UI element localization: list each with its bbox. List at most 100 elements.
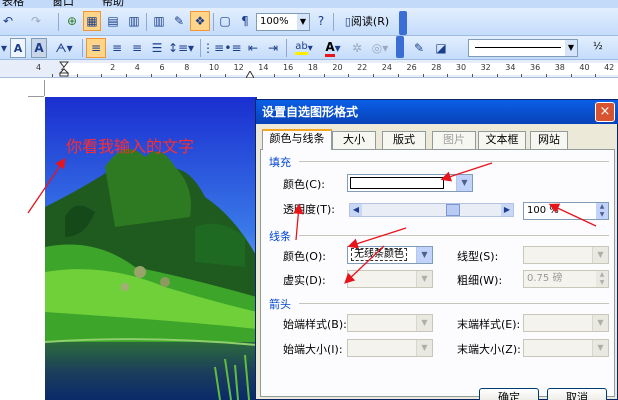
ruler-tick bbox=[299, 74, 300, 77]
line-color-value: 无线条颜色 bbox=[351, 248, 407, 261]
ruler-tick bbox=[348, 74, 350, 77]
ruler-number: 36 bbox=[530, 63, 541, 72]
ruler-number: 4 bbox=[36, 63, 42, 72]
decrease-indent-icon[interactable]: ⇤ bbox=[244, 38, 262, 58]
screen: { "menu": { "items": ["表格", "窗口", "帮助"] … bbox=[0, 0, 618, 400]
help-icon[interactable]: ? bbox=[313, 11, 329, 31]
horizontal-ruler[interactable]: 4 2 2 4 6 8 10 12 14 16 18 20 22 24 26 28 30 32 34 36 38 40 42… bbox=[0, 60, 618, 79]
cancel-button[interactable]: 取消 bbox=[547, 388, 607, 400]
line-weight-select[interactable]: ½ bbox=[590, 39, 618, 57]
ruler-number: 14 bbox=[258, 63, 269, 72]
hyperlink-icon[interactable]: ⊕ bbox=[63, 11, 81, 31]
align-justify-icon[interactable]: ≡ bbox=[86, 38, 106, 58]
section-divider bbox=[299, 235, 609, 236]
toolbar-options-icon[interactable] bbox=[396, 36, 404, 58]
distributed-icon[interactable]: ☰ bbox=[148, 38, 166, 58]
align-center-icon[interactable]: ≡ bbox=[108, 38, 126, 58]
ruler-tick bbox=[175, 74, 177, 77]
tab-layout[interactable]: 版式 bbox=[382, 131, 426, 149]
end-style-select[interactable]: ▼ bbox=[523, 314, 609, 332]
ok-button[interactable]: 确定 bbox=[479, 388, 539, 400]
ruler-tick bbox=[200, 74, 202, 77]
line-style-select[interactable]: ▼ bbox=[523, 246, 609, 264]
toolbar-separator bbox=[58, 13, 59, 31]
tab-colors-lines[interactable]: 颜色与线条 bbox=[262, 129, 332, 150]
line-style-select[interactable]: ▼ bbox=[468, 39, 578, 57]
ruler-number: 38 bbox=[554, 63, 565, 72]
document-map-icon[interactable]: ❖ bbox=[190, 11, 210, 31]
begin-size-select[interactable]: ▼ bbox=[347, 339, 433, 357]
ruler-tick bbox=[52, 74, 53, 77]
tab-web[interactable]: 网站 bbox=[530, 131, 568, 149]
ruler-number: 16 bbox=[283, 63, 294, 72]
numbering-icon[interactable]: ⋮≡ bbox=[202, 38, 224, 58]
columns-icon[interactable]: ▥ bbox=[150, 11, 168, 31]
read-button[interactable]: ▯ 阅读 (R) bbox=[338, 11, 396, 31]
ruler-tick bbox=[570, 74, 572, 77]
dialog-title[interactable]: 设置自选图形格式 bbox=[256, 100, 618, 124]
insert-excel-icon[interactable]: ▥ bbox=[125, 11, 143, 31]
draw-table-icon[interactable]: ✎ bbox=[410, 38, 428, 58]
overlay-text[interactable]: 你看我输入的文字 bbox=[66, 133, 194, 157]
begin-style-select[interactable]: ▼ bbox=[347, 314, 433, 332]
ruler-number: 2 bbox=[110, 63, 116, 72]
weight-label: 粗细(W): bbox=[457, 274, 503, 287]
ruler-number: 28 bbox=[431, 63, 442, 72]
formatting-marks-icon[interactable]: ¶ bbox=[236, 11, 254, 31]
font-color-button[interactable]: A ▾ bbox=[320, 38, 346, 58]
menu-item-table[interactable]: 表格 bbox=[2, 0, 24, 8]
line-color-select[interactable]: 无线条颜色 ▼ bbox=[347, 246, 433, 264]
ruler-number: 40 bbox=[579, 63, 590, 72]
spinner-icon[interactable]: ▲ ▼ bbox=[596, 271, 608, 287]
slider-thumb[interactable] bbox=[446, 204, 460, 216]
redo-icon[interactable]: ↷ bbox=[28, 11, 44, 31]
transparency-slider[interactable]: ◀ ▶ bbox=[349, 203, 514, 217]
zoom-select[interactable]: 100% ▼ bbox=[256, 13, 310, 31]
menu-item-window[interactable]: 窗口 bbox=[52, 0, 74, 8]
increase-indent-icon[interactable]: ⇥ bbox=[264, 38, 282, 58]
tab-size[interactable]: 大小 bbox=[332, 131, 376, 149]
toolbar-options-icon[interactable] bbox=[399, 11, 407, 35]
fill-color-select[interactable]: ▼ bbox=[347, 174, 473, 192]
chevron-left-icon[interactable]: ◀ bbox=[350, 204, 362, 216]
right-indent-marker-icon[interactable] bbox=[245, 69, 255, 79]
menu-item-help[interactable]: 帮助 bbox=[102, 0, 124, 8]
end-size-select[interactable]: ▼ bbox=[523, 339, 609, 357]
tables-borders-icon[interactable]: ▦ bbox=[83, 11, 101, 31]
line-spacing-icon[interactable]: ↕≡▾ bbox=[168, 38, 194, 58]
fill-color-swatch bbox=[350, 177, 444, 189]
phonetic-guide-icon[interactable]: ✲ bbox=[348, 38, 366, 58]
fill-color-label: 颜色(C): bbox=[283, 178, 325, 191]
chevron-right-icon[interactable]: ▶ bbox=[501, 204, 513, 216]
fill-section-heading: 填充 bbox=[269, 156, 291, 169]
line-weight-value: ½ bbox=[593, 41, 603, 52]
ruler-number: 24 bbox=[381, 63, 392, 72]
ruler-number: 6 bbox=[159, 63, 165, 72]
transparency-input[interactable]: 100 % ▲ ▼ bbox=[523, 202, 609, 220]
begin-style-label: 始端样式(B): bbox=[283, 318, 347, 331]
close-icon[interactable]: × bbox=[595, 102, 615, 122]
insert-table-icon[interactable]: ▤ bbox=[104, 11, 122, 31]
toolbar-separator bbox=[213, 13, 214, 31]
bullets-icon[interactable]: •≡ bbox=[224, 38, 242, 58]
ruler-tick bbox=[76, 74, 78, 77]
chevron-down-icon[interactable]: ▾ bbox=[0, 38, 8, 58]
indent-marker-icon[interactable] bbox=[58, 61, 70, 77]
eraser-icon[interactable]: ◪ bbox=[432, 38, 450, 58]
chevron-down-icon: ▼ bbox=[416, 315, 432, 331]
align-right-icon[interactable]: ≡ bbox=[128, 38, 146, 58]
show-hide-icon[interactable]: ▢ bbox=[216, 11, 234, 31]
weight-input[interactable]: 0.75 磅 ▲ ▼ bbox=[523, 270, 609, 288]
ruler-tick bbox=[422, 74, 424, 77]
dash-select[interactable]: ▼ bbox=[347, 270, 433, 288]
change-case-icon[interactable]: ᗅ▾ bbox=[52, 38, 76, 58]
drawing-icon[interactable]: ✎ bbox=[170, 11, 188, 31]
undo-icon[interactable]: ↶ bbox=[0, 11, 16, 31]
spinner-icon[interactable]: ▲ ▼ bbox=[596, 203, 608, 219]
char-shading-button[interactable]: A bbox=[31, 38, 47, 58]
tab-picture[interactable]: 图片 bbox=[432, 131, 476, 149]
char-border-button[interactable]: A bbox=[10, 38, 26, 58]
tab-text-box[interactable]: 文本框 bbox=[478, 131, 526, 149]
highlight-button[interactable]: ab ▾ bbox=[290, 38, 318, 58]
enclose-chars-icon[interactable]: ◎▾ bbox=[368, 38, 392, 58]
